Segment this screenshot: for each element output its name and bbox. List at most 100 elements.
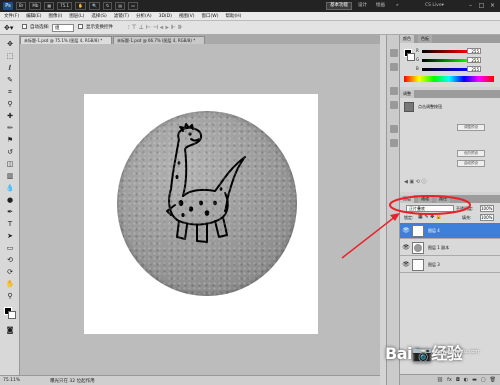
crop-tool-icon[interactable]: ⌗	[4, 87, 16, 98]
arrange-documents-button[interactable]: ▤	[115, 2, 126, 10]
screen-mode-button[interactable]: ▭	[128, 2, 138, 10]
layer-row[interactable]: 👁 图层 1 副本	[400, 240, 500, 256]
lasso-tool-icon[interactable]: ℓ	[4, 63, 16, 74]
hand-tool-icon[interactable]: ✋	[4, 279, 16, 290]
menu-edit[interactable]: 编辑(E)	[26, 13, 41, 19]
color-ramp[interactable]	[404, 76, 494, 82]
new-layer-icon[interactable]: ▢	[481, 377, 486, 383]
menu-filter[interactable]: 滤镜(T)	[114, 13, 129, 19]
levels-preset-button[interactable]: 色阶预设	[457, 150, 485, 157]
clone-source-panel-icon[interactable]	[390, 101, 398, 109]
menu-help[interactable]: 帮助(H)	[225, 13, 241, 19]
visibility-eye-icon[interactable]: 👁	[402, 261, 410, 268]
green-slider[interactable]	[422, 59, 467, 62]
lock-icons[interactable]: ▦ ✎ ✥ 🔒	[418, 214, 442, 220]
menu-select[interactable]: 选择(S)	[91, 13, 106, 19]
cs-live-button[interactable]: CS Live▾	[425, 2, 444, 10]
new-group-icon[interactable]: ▬	[472, 377, 477, 383]
auto-select-dropdown[interactable]: 组	[52, 24, 74, 32]
show-transform-checkbox[interactable]	[78, 24, 84, 32]
auto-select-checkbox[interactable]	[22, 24, 28, 32]
background-color-swatch[interactable]	[8, 311, 16, 319]
view-extras-button[interactable]: ▦	[44, 2, 55, 10]
align-icons[interactable]: ⫶ ⊤ ⊥ ⊢ ⊣ ⫷ ⫸ ⊩ ⊪	[128, 24, 183, 32]
curves-preset-button[interactable]: 曲线预设	[457, 160, 485, 167]
link-layers-icon[interactable]: ⛓	[437, 377, 443, 383]
brush-panel-icon[interactable]	[390, 87, 398, 95]
brush-tool-icon[interactable]: ✏	[4, 123, 16, 134]
tab-document-1[interactable]: 未标题-1.psd @ 75.1% (图层 4, RGB/8) *	[20, 36, 112, 44]
tab-color[interactable]: 颜色	[400, 35, 414, 43]
workspace-painting-button[interactable]: 绘画	[376, 2, 385, 10]
workspace-more-button[interactable]: »	[396, 2, 399, 10]
close-icon[interactable]: ×	[488, 2, 497, 10]
minimize-icon[interactable]: –	[466, 2, 475, 10]
healing-brush-tool-icon[interactable]: ✚	[4, 111, 16, 122]
minibridge-button[interactable]: Mb	[29, 2, 42, 10]
path-selection-tool-icon[interactable]: ➤	[4, 231, 16, 242]
delete-layer-icon[interactable]: 🗑	[490, 377, 496, 383]
eraser-tool-icon[interactable]: ◫	[4, 159, 16, 170]
blue-value-field[interactable]: 255	[467, 66, 481, 72]
3d-rotate-tool-icon[interactable]: ⟲	[4, 255, 16, 266]
menu-window[interactable]: 窗口(W)	[201, 13, 218, 19]
quick-mask-icon[interactable]: ◙	[4, 325, 16, 336]
hand-tool-icon[interactable]: ✋	[75, 2, 87, 10]
tab-layers[interactable]: 图层	[400, 195, 414, 203]
maximize-icon[interactable]: □	[477, 2, 486, 10]
eyedropper-tool-icon[interactable]: ⚲	[4, 99, 16, 110]
zoom-tool-icon[interactable]: 🔍	[89, 2, 101, 10]
tab-adjustments[interactable]: 调整	[400, 90, 414, 98]
menu-analysis[interactable]: 分析(A)	[136, 13, 152, 19]
red-value-field[interactable]: 255	[467, 48, 481, 54]
clone-stamp-tool-icon[interactable]: ⚑	[4, 135, 16, 146]
tab-channels[interactable]: 通道	[418, 195, 432, 203]
workspace-essentials-button[interactable]: 基本功能	[326, 2, 352, 10]
layer-row[interactable]: 👁 图层 4	[400, 223, 500, 239]
workspace-design-button[interactable]: 设计	[358, 2, 367, 10]
color-bg-swatch[interactable]	[407, 53, 415, 61]
layer-mask-icon[interactable]: ◘	[456, 377, 460, 383]
move-tool-icon[interactable]: ✥	[4, 39, 16, 50]
menu-image[interactable]: 图像(I)	[48, 13, 62, 19]
zoom-level-dropdown[interactable]: 75.1	[57, 2, 73, 10]
visibility-eye-icon[interactable]: 👁	[402, 227, 410, 234]
opacity-field[interactable]: 100%	[480, 205, 494, 212]
gradient-tool-icon[interactable]: ▥	[4, 171, 16, 182]
document-canvas[interactable]	[84, 94, 318, 334]
tab-paths[interactable]: 路径	[436, 195, 450, 203]
marquee-tool-icon[interactable]: ⬚	[4, 51, 16, 62]
adjust-panel-footer-icons[interactable]: ◀ ▣ ⟲ ⓘ	[404, 178, 427, 185]
menu-layer[interactable]: 图层(L)	[69, 13, 84, 19]
actions-panel-icon[interactable]	[390, 63, 398, 71]
history-brush-tool-icon[interactable]: ↺	[4, 147, 16, 158]
tab-document-2[interactable]: 未标题-1.psd @ 66.7% (图层 4, RGB/8) *	[113, 36, 205, 44]
history-panel-icon[interactable]	[390, 49, 398, 57]
type-tool-icon[interactable]: T	[4, 219, 16, 230]
layer-row[interactable]: 👁 图层 3	[400, 257, 500, 273]
menu-view[interactable]: 视图(V)	[179, 13, 195, 19]
canvas-area[interactable]	[20, 44, 380, 375]
paragraph-panel-icon[interactable]	[390, 139, 398, 147]
move-tool-preset-icon[interactable]: ✥▾	[4, 24, 13, 32]
red-slider[interactable]	[422, 50, 467, 53]
visibility-eye-icon[interactable]: 👁	[402, 244, 410, 251]
tab-swatches[interactable]: 色板	[418, 35, 432, 43]
3d-camera-tool-icon[interactable]: ⟳	[4, 267, 16, 278]
menu-file[interactable]: 文件(F)	[4, 13, 19, 19]
shape-tool-icon[interactable]: ▭	[4, 243, 16, 254]
fill-field[interactable]: 100%	[480, 214, 494, 221]
adjustment-layer-icon[interactable]: ◐	[464, 377, 468, 383]
menu-3d[interactable]: 3D(D)	[159, 14, 172, 19]
zoom-tool-icon[interactable]: ⚲	[4, 291, 16, 302]
blur-tool-icon[interactable]: 💧	[4, 183, 16, 194]
rotate-view-icon[interactable]: ↻	[103, 2, 113, 10]
status-zoom[interactable]: 75.11%	[3, 378, 20, 383]
pen-tool-icon[interactable]: ✒	[4, 207, 16, 218]
quick-select-tool-icon[interactable]: ✎	[4, 75, 16, 86]
character-panel-icon[interactable]	[390, 125, 398, 133]
blue-slider[interactable]	[422, 68, 467, 71]
adjust-preset-button[interactable]: 调整预设	[457, 124, 485, 131]
layer-style-icon[interactable]: fx	[447, 377, 452, 383]
blend-mode-dropdown[interactable]: 正片叠底	[406, 205, 454, 212]
